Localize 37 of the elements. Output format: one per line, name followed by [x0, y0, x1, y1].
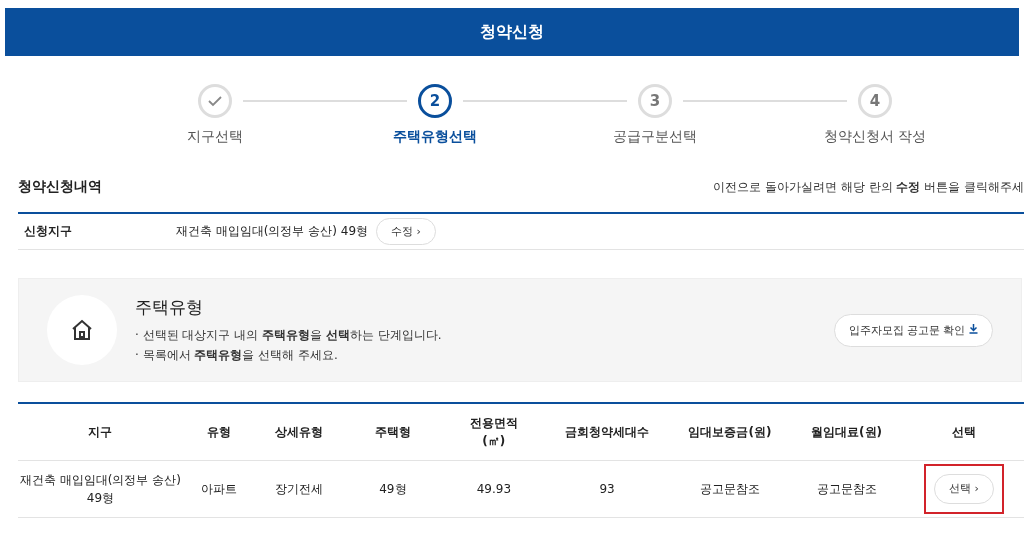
step-indicator: 4 [858, 84, 892, 118]
column-header: 주택형 [341, 403, 445, 461]
info-text: · 선택된 대상지구 내의 주택유형을 선택하는 단계입니다. [135, 326, 443, 344]
column-header: 상세유형 [255, 403, 342, 461]
edit-button[interactable]: 수정 › [376, 218, 436, 245]
step-label: 지구선택 [187, 128, 243, 146]
page-title: 청약신청 [5, 8, 1019, 56]
table-cell: 49형 [379, 482, 407, 496]
column-header: 지구 [18, 403, 183, 461]
notice-download-button[interactable]: 입주자모집 공고문 확인 [833, 313, 993, 347]
table-cell: 49.93 [476, 482, 511, 496]
step-indicator: 2 [418, 84, 452, 118]
table-cell: 공고문참조 [699, 482, 760, 496]
field-label: 신청지구 [23, 223, 73, 240]
info-text: · 목록에서 주택유형을 선택해 주세요. [135, 346, 339, 364]
info-title: 주택유형 [135, 295, 204, 319]
table-cell: 93 [599, 482, 615, 496]
section-title: 청약신청내역 [18, 178, 102, 196]
download-icon [969, 323, 978, 334]
table-cell: 공고문참조 [816, 482, 877, 496]
step-indicator: 3 [638, 84, 672, 118]
select-button[interactable]: 선택 › [934, 474, 994, 504]
table-cell: 아파트 [201, 482, 238, 496]
table-cell: 재건축 매입임대(의정부 송산) 49형 [20, 473, 181, 505]
column-header: 금회청약세대수 [543, 403, 671, 461]
column-header: 월임대료(원) [789, 403, 905, 461]
column-header: 임대보증금(원) [670, 403, 789, 461]
table-cell: 장기전세 [274, 482, 323, 496]
notice-text: 이전으로 돌아가실려면 해당 란의 수정 버튼을 클릭해주세 [712, 178, 1024, 196]
check-icon [207, 93, 223, 109]
step-label: 주택유형선택 [393, 128, 477, 146]
column-header: 유형 [182, 403, 256, 461]
step-label: 청약신청서 작성 [823, 128, 927, 146]
column-header: 전용면적 (㎡) [444, 403, 544, 461]
column-header: 선택 [904, 403, 1024, 461]
field-value: 재건축 매입임대(의정부 송산) 49형 [176, 223, 369, 240]
step-label: 공급구분선택 [613, 128, 697, 146]
